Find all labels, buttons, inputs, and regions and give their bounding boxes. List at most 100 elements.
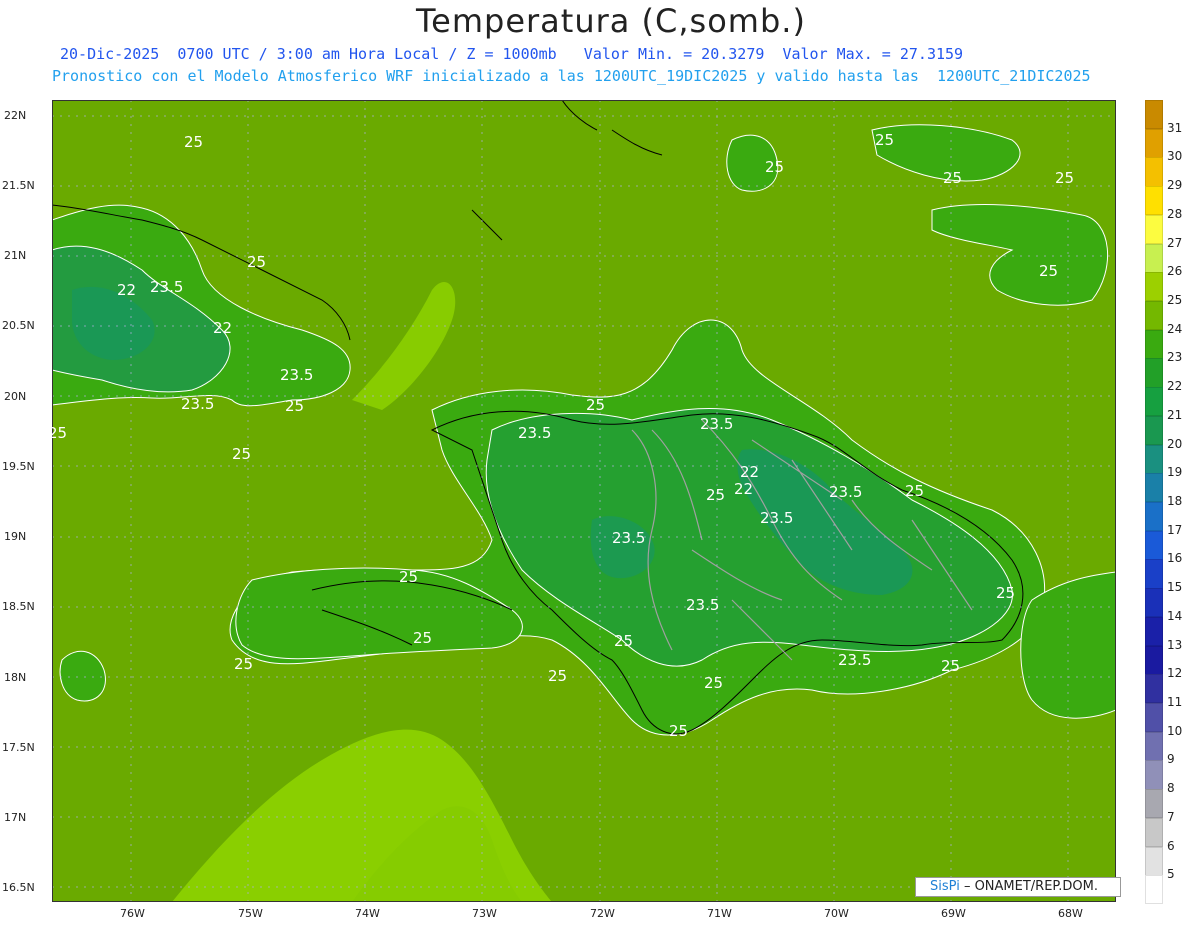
colorbar-label: 26 bbox=[1167, 264, 1183, 279]
contour-label: 23.5 bbox=[838, 651, 872, 669]
colorbar bbox=[1145, 100, 1163, 905]
colorbar-label: 25 bbox=[1167, 293, 1183, 307]
contour-label: 25 bbox=[669, 722, 689, 740]
contour-label: 23.5 bbox=[829, 483, 863, 501]
colorbar-cell bbox=[1145, 157, 1163, 187]
lat-label-17n: 17N bbox=[4, 811, 27, 824]
colorbar-label: 27 bbox=[1167, 235, 1183, 250]
colorbar-cell bbox=[1145, 674, 1163, 704]
colorbar-label: 30 bbox=[1167, 149, 1183, 164]
lon-label-73w: 73W bbox=[472, 907, 497, 920]
contour-label: 25 bbox=[996, 584, 1016, 602]
subtitle-model-info: Pronostico con el Modelo Atmosferico WRF… bbox=[52, 67, 1091, 85]
colorbar-label: 7 bbox=[1167, 809, 1175, 824]
colorbar-cell bbox=[1145, 128, 1163, 158]
colorbar-cell bbox=[1145, 444, 1163, 474]
lat-label-16-5n: 16.5N bbox=[2, 881, 35, 894]
colorbar-label: 28 bbox=[1167, 206, 1183, 221]
colorbar-label: 29 bbox=[1167, 178, 1183, 193]
colorbar-cell bbox=[1145, 559, 1163, 589]
colorbar-label: 10 bbox=[1167, 723, 1183, 738]
credit-text: – ONAMET/REP.DOM. bbox=[959, 879, 1098, 894]
lon-label-71w: 71W bbox=[707, 907, 732, 920]
contour-label: 25 bbox=[1055, 169, 1075, 187]
colorbar-label: 17 bbox=[1167, 522, 1183, 537]
colorbar-label: 20 bbox=[1167, 436, 1183, 451]
contour-label: 25 bbox=[548, 667, 568, 685]
contour-label: 25 bbox=[1039, 262, 1059, 280]
contour-label: 23.5 bbox=[518, 424, 552, 442]
contour-label: 25 bbox=[614, 632, 634, 650]
colorbar-cell bbox=[1145, 530, 1163, 560]
colorbar-cell bbox=[1145, 473, 1163, 503]
lat-label-18-5n: 18.5N bbox=[2, 600, 35, 613]
contour-label: 23.5 bbox=[150, 278, 184, 296]
map-panel bbox=[52, 100, 1116, 902]
contour-label: 25 bbox=[285, 397, 305, 415]
lat-label-21-5n: 21.5N bbox=[2, 179, 35, 192]
lat-label-20-5n: 20.5N bbox=[2, 319, 35, 332]
contour-label: 22 bbox=[117, 281, 137, 299]
colorbar-cell bbox=[1145, 616, 1163, 647]
contour-label: 23.5 bbox=[181, 395, 215, 413]
contour-label: 25 bbox=[232, 445, 252, 463]
lon-label-69w: 69W bbox=[941, 907, 966, 920]
colorbar-label: 9 bbox=[1167, 752, 1175, 767]
contour-label: 25 bbox=[943, 169, 963, 187]
contour-label: 25 bbox=[875, 131, 895, 149]
subtitle-valid-time: 20-Dic-2025 0700 UTC / 3:00 am Hora Loca… bbox=[60, 45, 964, 63]
contour-label: 25 bbox=[706, 486, 726, 504]
colorbar-cell bbox=[1145, 387, 1163, 417]
lat-label-20n: 20N bbox=[4, 390, 27, 403]
lat-label-19n: 19N bbox=[4, 530, 27, 543]
lat-label-19-5n: 19.5N bbox=[2, 460, 35, 473]
colorbar-label: 23 bbox=[1167, 350, 1183, 365]
colorbar-cell bbox=[1145, 415, 1163, 446]
colorbar-cell bbox=[1145, 731, 1163, 761]
colorbar-label: 18 bbox=[1167, 494, 1183, 508]
colorbar-cell bbox=[1145, 186, 1163, 216]
colorbar-cell bbox=[1145, 817, 1163, 848]
contour-label: 23.5 bbox=[686, 596, 720, 614]
colorbar-cell bbox=[1145, 329, 1163, 359]
colorbar-cell bbox=[1145, 875, 1163, 905]
colorbar-label: 15 bbox=[1167, 580, 1183, 595]
contour-label: 25 bbox=[413, 629, 433, 647]
contour-label: 25 bbox=[48, 424, 68, 442]
colorbar-label: 31 bbox=[1167, 120, 1183, 135]
contour-label: 25 bbox=[586, 396, 606, 414]
colorbar-cell bbox=[1145, 760, 1163, 790]
contour-label: 22 bbox=[740, 463, 760, 481]
contour-label: 25 bbox=[184, 133, 204, 151]
chart-title: Temperatura (C,somb.) bbox=[416, 2, 806, 40]
colorbar-label: 14 bbox=[1167, 608, 1183, 623]
contour-label: 25 bbox=[765, 158, 785, 176]
contour-label: 25 bbox=[941, 657, 961, 675]
colorbar-label: 11 bbox=[1167, 695, 1183, 709]
contour-label: 22 bbox=[213, 319, 233, 337]
lat-label-22n: 22N bbox=[4, 109, 27, 122]
lon-label-76w: 76W bbox=[120, 907, 145, 920]
credit-box: SisPi – ONAMET/REP.DOM. bbox=[915, 877, 1121, 897]
colorbar-cell bbox=[1145, 358, 1163, 388]
colorbar-label: 5 bbox=[1167, 867, 1175, 882]
colorbar-cell bbox=[1145, 645, 1163, 675]
contour-label: 23.5 bbox=[700, 415, 734, 433]
colorbar-cell bbox=[1145, 243, 1163, 273]
lon-label-70w: 70W bbox=[824, 907, 849, 920]
contour-label: 25 bbox=[234, 655, 254, 673]
colorbar-label: 24 bbox=[1167, 321, 1183, 336]
temperature-map bbox=[52, 100, 1116, 902]
colorbar-cell bbox=[1145, 214, 1163, 245]
contour-label: 25 bbox=[905, 482, 925, 500]
colorbar-cell bbox=[1145, 301, 1163, 331]
colorbar-label: 21 bbox=[1167, 407, 1183, 422]
contour-label: 25 bbox=[704, 674, 724, 692]
lat-label-17-5n: 17.5N bbox=[2, 741, 35, 754]
colorbar-label: 16 bbox=[1167, 551, 1183, 566]
lat-label-18n: 18N bbox=[4, 671, 27, 684]
colorbar-cell bbox=[1145, 846, 1163, 876]
credit-brand: SisPi bbox=[930, 879, 960, 894]
colorbar-cell bbox=[1145, 502, 1163, 532]
colorbar-cell bbox=[1145, 272, 1163, 302]
